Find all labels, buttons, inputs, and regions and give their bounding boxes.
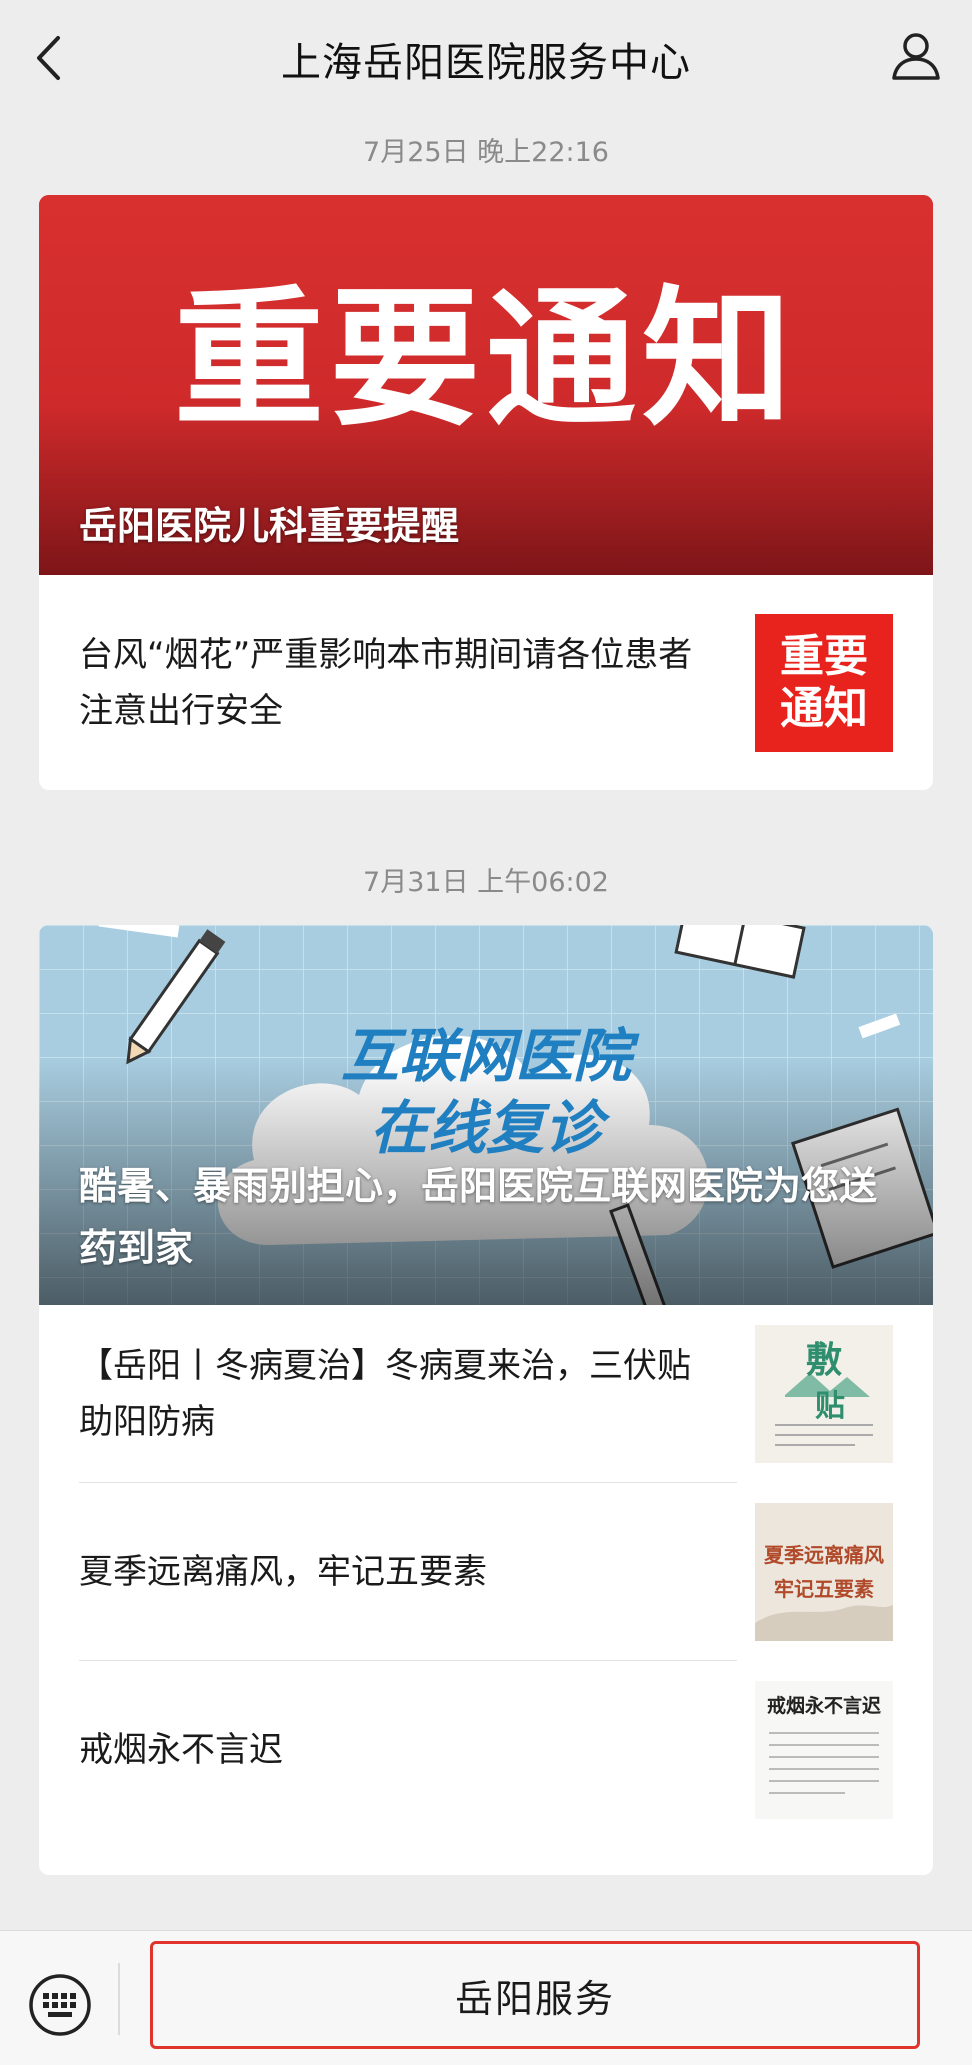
- thumb-text-line: 夏季远离痛风: [764, 1543, 884, 1567]
- article-cover[interactable]: 互联网医院 在线复诊 酷暑、暴雨别担心，岳阳医院互联网医院为您送药到家: [39, 925, 933, 1305]
- list-item-thumbnail: 重要 通知: [755, 613, 893, 752]
- thumb-text-line: 敷: [805, 1340, 842, 1381]
- person-icon[interactable]: [888, 28, 944, 84]
- service-menu-button[interactable]: 岳阳服务: [150, 1941, 920, 2049]
- thumb-text-line: 通知: [780, 682, 868, 734]
- keyboard-icon[interactable]: [28, 1973, 92, 2037]
- cover-banner-text: 重要通知: [173, 273, 798, 447]
- thumb-text-line: 重要: [780, 630, 868, 682]
- list-item[interactable]: 台风“烟花”严重影响本市期间请各位患者注意出行安全 重要 通知: [39, 575, 933, 790]
- list-item-title: 【岳阳丨冬病夏治】冬病夏来治，三伏贴助阳防病: [79, 1346, 691, 1442]
- cover-caption: 岳阳医院儿科重要提醒: [79, 504, 460, 548]
- article-cover[interactable]: 重要通知 岳阳医院儿科重要提醒: [39, 195, 933, 575]
- list-item-title: 夏季远离痛风，牢记五要素: [79, 1552, 487, 1592]
- message-timestamp: 7月25日 晚上22:16: [363, 137, 609, 168]
- list-item[interactable]: 夏季远离痛风，牢记五要素 夏季远离痛风 牢记五要素: [39, 1483, 933, 1661]
- message-timestamp: 7月31日 上午06:02: [363, 867, 609, 898]
- list-item-thumbnail: 戒烟永不言迟: [755, 1681, 893, 1819]
- article-card: 重要通知 岳阳医院儿科重要提醒 台风“烟花”严重影响本市期间请各位患者注意出行安…: [39, 195, 933, 790]
- divider: [118, 1963, 120, 2035]
- page-title: 上海岳阳医院服务中心: [281, 40, 691, 86]
- cover-banner-line: 在线复诊: [369, 1094, 602, 1162]
- thumb-art: [769, 1732, 879, 1794]
- list-item-title: 戒烟永不言迟: [79, 1730, 283, 1770]
- thumb-text-line: 牢记五要素: [774, 1577, 874, 1601]
- cover-banner-line: 互联网医院: [340, 1022, 631, 1090]
- top-bar: 上海岳阳医院服务中心: [0, 0, 972, 118]
- article-card: 互联网医院 在线复诊 酷暑、暴雨别担心，岳阳医院互联网医院为您送药到家 【岳阳丨…: [39, 925, 933, 1875]
- list-item[interactable]: 戒烟永不言迟 戒烟永不言迟: [39, 1661, 933, 1839]
- list-item[interactable]: 【岳阳丨冬病夏治】冬病夏来治，三伏贴助阳防病 敷 贴: [39, 1305, 933, 1483]
- list-item-thumbnail: 敷 贴: [755, 1325, 893, 1463]
- chevron-left-icon[interactable]: [28, 30, 68, 86]
- thumb-text-line: 贴: [815, 1389, 845, 1424]
- bottom-bar: 岳阳服务: [0, 1930, 972, 2065]
- list-item-title: 台风“烟花”严重影响本市期间请各位患者注意出行安全: [79, 634, 693, 731]
- cover-caption: 酷暑、暴雨别担心，岳阳医院互联网医院为您送药到家: [79, 1164, 878, 1270]
- list-item-thumbnail: 夏季远离痛风 牢记五要素: [755, 1503, 893, 1641]
